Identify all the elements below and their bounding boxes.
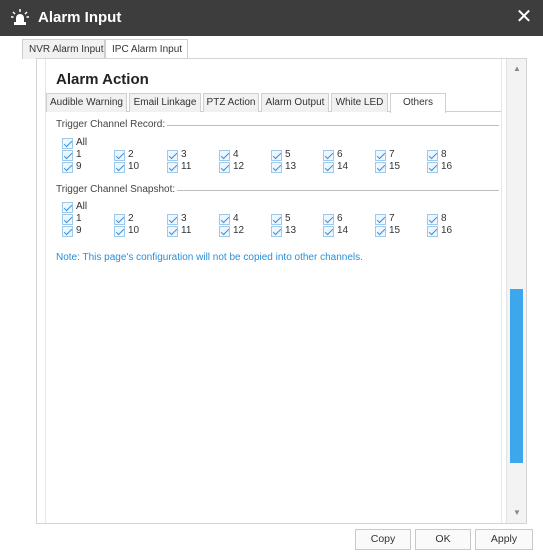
checkbox-checked-icon xyxy=(167,162,178,173)
note-text: Note: This page's configuration will not… xyxy=(56,252,363,263)
channel-label: 12 xyxy=(233,161,245,172)
checkbox-checked-icon xyxy=(167,214,178,225)
apply-button[interactable]: Apply xyxy=(475,529,533,550)
channel-label: 7 xyxy=(389,149,395,160)
checkbox-checked-icon xyxy=(427,150,438,161)
panel-content: Alarm Action Audible Warning Email Linka… xyxy=(45,59,502,523)
scrollbar-thumb[interactable] xyxy=(510,289,523,463)
window-title: Alarm Input xyxy=(38,9,122,26)
channel-label: 9 xyxy=(76,161,82,172)
checkbox-checked-icon xyxy=(219,226,230,237)
channel-label: 14 xyxy=(337,161,349,172)
channel-label: 1 xyxy=(76,213,82,224)
triangle-up-icon[interactable]: ▲ xyxy=(511,63,523,75)
channel-label: 5 xyxy=(285,149,291,160)
channel-label: 5 xyxy=(285,213,291,224)
checkbox-checked-icon xyxy=(62,162,73,173)
channel-label: 8 xyxy=(441,149,447,160)
channel-label: 7 xyxy=(389,213,395,224)
checkbox-checked-icon xyxy=(219,162,230,173)
ok-button[interactable]: OK xyxy=(415,529,471,550)
channel-label: 16 xyxy=(441,161,453,172)
checkbox-checked-icon xyxy=(271,162,282,173)
checkbox-checked-icon xyxy=(114,226,125,237)
close-icon[interactable]: ✕ xyxy=(513,6,535,28)
tab-audible-warning[interactable]: Audible Warning xyxy=(46,93,127,112)
checkbox-checked-icon xyxy=(271,150,282,161)
alarm-action-tab-bar: Audible Warning Email Linkage PTZ Action… xyxy=(46,93,501,113)
alarm-light-icon xyxy=(10,8,30,28)
checkbox-checked-icon xyxy=(323,226,334,237)
checkbox-checked-icon xyxy=(62,202,73,213)
checkbox-checked-icon xyxy=(375,150,386,161)
vertical-scrollbar[interactable]: ▲ ▼ xyxy=(506,59,526,523)
tab-alarm-output[interactable]: Alarm Output xyxy=(261,93,329,112)
channel-label: 15 xyxy=(389,225,401,236)
checkbox-checked-icon xyxy=(271,214,282,225)
checkbox-checked-icon xyxy=(375,214,386,225)
channel-label: 13 xyxy=(285,225,297,236)
channel-label: 9 xyxy=(76,225,82,236)
record-group-label: Trigger Channel Record: xyxy=(56,119,168,130)
channel-label: 13 xyxy=(285,161,297,172)
channel-label: 10 xyxy=(128,161,140,172)
snapshot-group-label: Trigger Channel Snapshot: xyxy=(56,184,178,195)
channel-label: 3 xyxy=(181,213,187,224)
channel-label: 16 xyxy=(441,225,453,236)
triangle-down-icon[interactable]: ▼ xyxy=(511,507,523,519)
title-bar: Alarm Input ✕ xyxy=(0,0,543,36)
alarm-action-panel: Alarm Action Audible Warning Email Linka… xyxy=(36,58,527,524)
checkbox-checked-icon xyxy=(427,226,438,237)
channel-label: 1 xyxy=(76,149,82,160)
checkbox-checked-icon xyxy=(427,214,438,225)
checkbox-checked-icon xyxy=(62,138,73,149)
channel-label: 4 xyxy=(233,213,239,224)
checkbox-checked-icon xyxy=(271,226,282,237)
copy-button[interactable]: Copy xyxy=(355,529,411,550)
channel-label: 2 xyxy=(128,213,134,224)
checkbox-checked-icon xyxy=(323,162,334,173)
checkbox-checked-icon xyxy=(219,150,230,161)
section-title: Alarm Action xyxy=(56,71,149,88)
channel-label: 11 xyxy=(181,161,192,172)
channel-label: 10 xyxy=(128,225,140,236)
checkbox-checked-icon xyxy=(323,214,334,225)
channel-label: 14 xyxy=(337,225,349,236)
checkbox-checked-icon xyxy=(375,162,386,173)
tab-ptz-action[interactable]: PTZ Action xyxy=(203,93,259,112)
checkbox-checked-icon xyxy=(167,226,178,237)
checkbox-checked-icon xyxy=(323,150,334,161)
channel-label: 6 xyxy=(337,149,343,160)
tab-others[interactable]: Others xyxy=(390,93,446,113)
channel-label: 6 xyxy=(337,213,343,224)
channel-label: 12 xyxy=(233,225,245,236)
checkbox-checked-icon xyxy=(114,214,125,225)
checkbox-checked-icon xyxy=(375,226,386,237)
checkbox-checked-icon xyxy=(62,226,73,237)
checkbox-checked-icon xyxy=(114,162,125,173)
channel-label: 4 xyxy=(233,149,239,160)
channel-label: 11 xyxy=(181,225,192,236)
checkbox-checked-icon xyxy=(427,162,438,173)
checkbox-checked-icon xyxy=(114,150,125,161)
channel-label: 15 xyxy=(389,161,401,172)
checkbox-checked-icon xyxy=(62,214,73,225)
tab-ipc-alarm-input[interactable]: IPC Alarm Input xyxy=(105,39,188,60)
tab-white-led[interactable]: White LED xyxy=(331,93,388,112)
tab-nvr-alarm-input[interactable]: NVR Alarm Input xyxy=(22,39,105,59)
tab-email-linkage[interactable]: Email Linkage xyxy=(129,93,201,112)
checkbox-checked-icon xyxy=(167,150,178,161)
channel-label: 2 xyxy=(128,149,134,160)
channel-label: 3 xyxy=(181,149,187,160)
channel-label: 8 xyxy=(441,213,447,224)
checkbox-checked-icon xyxy=(219,214,230,225)
checkbox-checked-icon xyxy=(62,150,73,161)
